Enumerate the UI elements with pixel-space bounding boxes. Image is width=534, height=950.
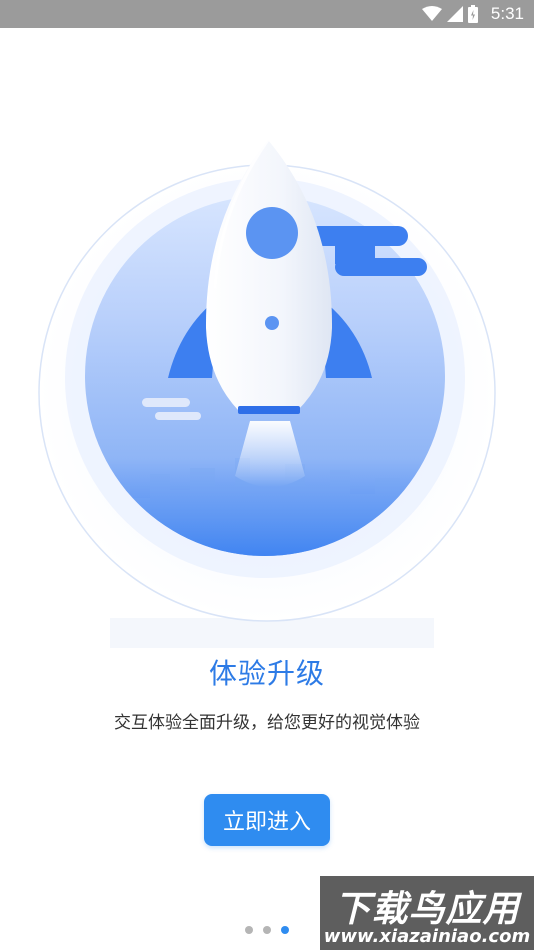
status-time: 5:31 [490, 4, 524, 23]
status-bar: 5:31 [0, 0, 534, 28]
onboarding-title: 体验升级 [208, 657, 325, 690]
page-dot-2[interactable] [263, 926, 271, 934]
watermark-title: 下载鸟应用 [334, 889, 520, 930]
cellular-signal-icon [446, 6, 463, 22]
rocket-launch-illustration [38, 139, 496, 648]
battery-icon [467, 5, 478, 23]
onboarding-subtitle: 交互体验全面升级，给您更好的视觉体验 [114, 713, 420, 733]
watermark: 下载鸟应用 www.xiazainiao.com [320, 876, 534, 950]
wifi-icon [421, 6, 442, 22]
enter-button[interactable]: 立即进入 [204, 794, 330, 846]
status-icons: 5:31 [421, 0, 524, 28]
watermark-url: www.xiazainiao.com [323, 926, 531, 947]
page-dot-3-active[interactable] [281, 926, 289, 934]
page-dot-1[interactable] [245, 926, 253, 934]
